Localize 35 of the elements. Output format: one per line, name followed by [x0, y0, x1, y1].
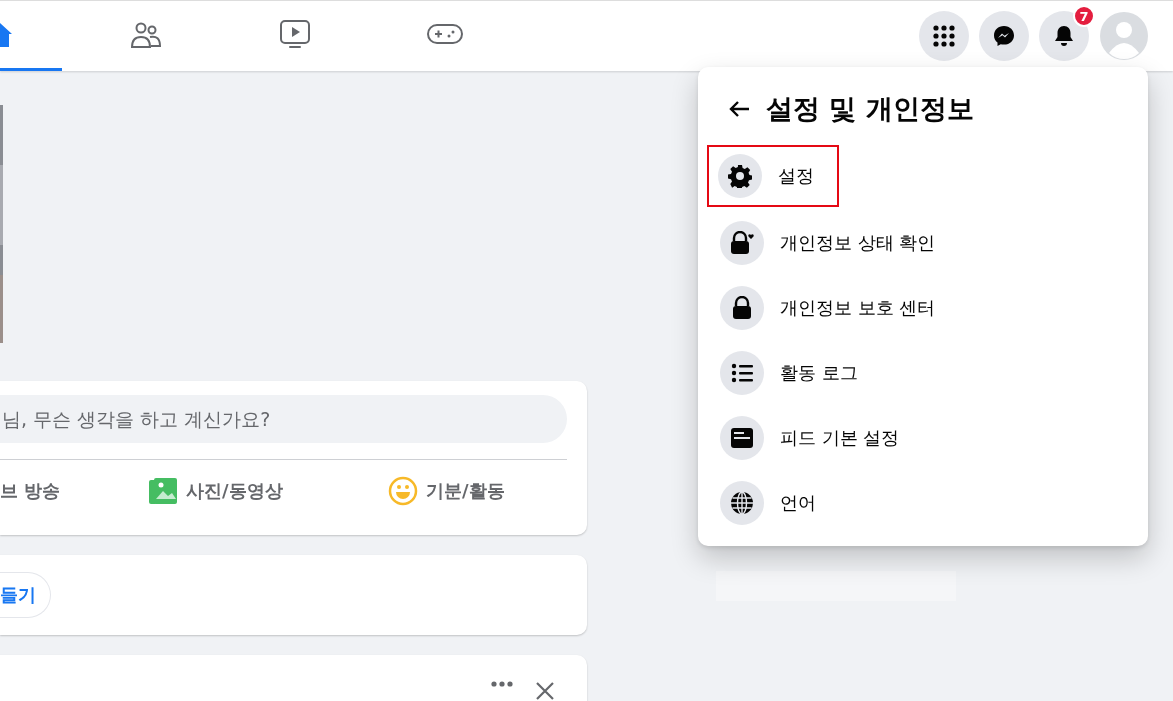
messenger-icon	[993, 25, 1015, 47]
feeling-action-button[interactable]: 기분/활동	[388, 470, 505, 512]
video-icon	[280, 19, 310, 50]
create-room-button[interactable]: 들기	[0, 572, 51, 618]
window-icon	[730, 426, 754, 449]
menu-item[interactable]: 피드 기본 설정	[706, 405, 922, 470]
menu-title: 설정 및 개인정보	[766, 92, 974, 126]
globe-icon	[730, 490, 754, 515]
gear-icon	[728, 164, 752, 188]
menu-button[interactable]	[919, 11, 969, 61]
notifications-button[interactable]	[1039, 11, 1089, 61]
back-arrow-icon[interactable]	[728, 100, 750, 118]
bell-icon	[1054, 25, 1074, 47]
post-input-field[interactable]: 님, 무슨 생각을 하고 계신가요?	[0, 395, 567, 443]
list-icon	[731, 362, 753, 383]
lock-icon	[732, 295, 752, 320]
people-icon	[130, 20, 162, 49]
menu-item[interactable]: 개인정보 보호 센터	[706, 275, 958, 340]
live-action-button[interactable]: 브 방송	[0, 470, 148, 512]
gamepad-icon	[427, 23, 463, 46]
notification-count: 7	[1073, 5, 1095, 27]
home-icon	[0, 20, 14, 49]
avatar-silhouette-icon	[1099, 11, 1149, 61]
grid-dots-icon	[933, 25, 955, 47]
menu-item[interactable]: 활동 로그	[706, 340, 880, 405]
menu-item[interactable]: 설정	[707, 145, 839, 207]
messenger-button[interactable]	[979, 11, 1029, 61]
close-icon[interactable]	[535, 681, 555, 701]
photo-icon	[148, 477, 178, 505]
more-options-icon[interactable]	[491, 681, 513, 687]
photo-action-button[interactable]: 사진/동영상	[148, 470, 388, 512]
lock-heart-icon	[729, 230, 755, 255]
smiley-icon	[388, 476, 418, 506]
menu-item[interactable]: 개인정보 상태 확인	[706, 210, 958, 275]
menu-item[interactable]: 언어	[706, 470, 838, 535]
